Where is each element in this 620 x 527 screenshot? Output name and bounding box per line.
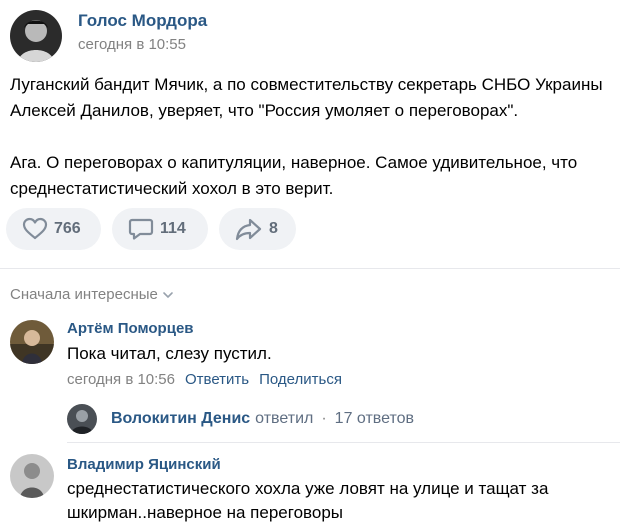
comment-author-avatar[interactable]: [10, 454, 54, 498]
comment-author-name[interactable]: Владимир Яцинский: [67, 456, 221, 473]
reply-action-text: ответил: [255, 410, 314, 427]
comment-meta: сегодня в 10:56 Ответить Поделиться: [67, 371, 342, 388]
post-author-avatar[interactable]: [10, 10, 62, 62]
comment-count: 114: [160, 220, 186, 237]
share-arrow-icon: [235, 218, 262, 241]
share-count: 8: [269, 220, 278, 237]
post-author-name[interactable]: Голос Мордора: [78, 11, 207, 31]
comment-icon: [128, 218, 154, 240]
like-button[interactable]: 766: [6, 208, 101, 250]
post-time[interactable]: сегодня в 10:55: [78, 36, 186, 53]
sort-label: Сначала интересные: [10, 286, 158, 303]
post-divider: [0, 268, 620, 269]
reply-thread-link[interactable]: Волокитин Денис ответил · 17 ответов: [67, 404, 414, 434]
reply-author-avatar: [67, 404, 97, 434]
comment-author-name[interactable]: Артём Поморцев: [67, 320, 194, 337]
comment-text: среднестатистического хохла уже ловят на…: [67, 479, 549, 522]
comments-sort-dropdown[interactable]: Сначала интересные: [10, 286, 174, 303]
chevron-down-icon: [163, 291, 173, 298]
comment-author-avatar[interactable]: [10, 320, 54, 364]
like-count: 766: [54, 220, 81, 237]
post-paragraph: Ага. О переговорах о капитуляции, наверн…: [10, 153, 578, 198]
comment-button[interactable]: 114: [112, 208, 208, 250]
reply-separator: ·: [321, 410, 327, 427]
share-button[interactable]: 8: [219, 208, 296, 250]
post-paragraph: Луганский бандит Мячик, а по совместител…: [10, 75, 603, 120]
reply-count: 17 ответов: [334, 410, 415, 427]
heart-icon: [22, 217, 48, 240]
reply-link[interactable]: Ответить: [185, 371, 249, 388]
comment-divider: [67, 442, 620, 443]
comment-time[interactable]: сегодня в 10:56: [67, 371, 175, 388]
post-text: Луганский бандит Мячик, а по совместител…: [10, 72, 615, 202]
reply-author-name: Волокитин Денис: [111, 410, 251, 427]
share-link[interactable]: Поделиться: [259, 371, 342, 388]
comment-text: Пока читал, слезу пустил.: [67, 344, 272, 363]
